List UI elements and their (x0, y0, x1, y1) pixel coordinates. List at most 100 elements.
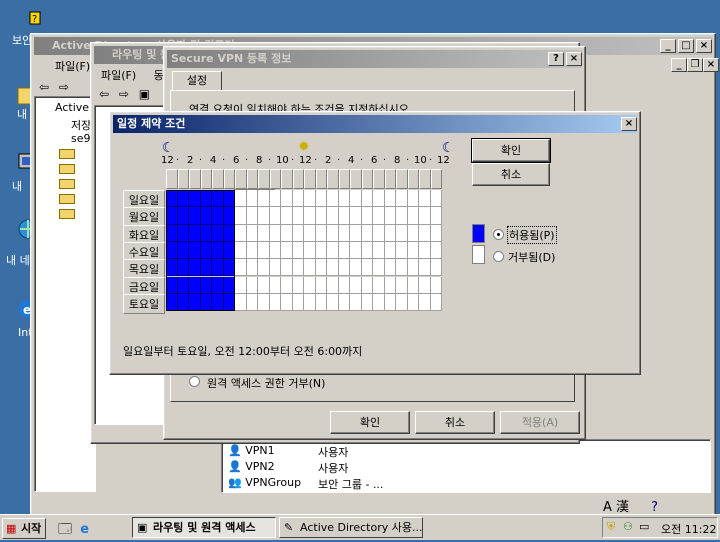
deny-remote-radio[interactable] (189, 376, 200, 387)
schedule-cell[interactable] (235, 259, 247, 277)
day-button[interactable]: 토요일 (123, 293, 165, 315)
schedule-cell[interactable] (373, 276, 385, 294)
hour-header-button[interactable] (281, 169, 293, 189)
inner-close-button[interactable]: × (703, 58, 719, 72)
schedule-cell[interactable] (419, 259, 431, 277)
ok-button[interactable]: 확인 (471, 138, 551, 163)
help-button[interactable]: ? (548, 52, 564, 66)
back-arrow-icon[interactable]: ⇦ (99, 87, 109, 101)
schedule-cell[interactable] (384, 190, 396, 208)
cancel-button[interactable]: 취소 (472, 163, 550, 186)
schedule-cell[interactable] (419, 190, 431, 208)
hour-header-button[interactable] (246, 169, 258, 189)
schedule-cell[interactable] (315, 190, 327, 208)
schedule-cell[interactable] (235, 276, 247, 294)
schedule-cell[interactable] (315, 207, 327, 225)
schedule-dialog[interactable]: 일정 제약 조건 × ☾ ✹ ☾ 12 · 2 · 4 · 6 · 8 · 10 · 12 · 2 · 4 · 6 ·… (109, 111, 641, 375)
schedule-cell[interactable] (292, 276, 304, 294)
hour-header-button[interactable] (177, 169, 189, 189)
schedule-cell[interactable] (419, 276, 431, 294)
schedule-cell[interactable] (384, 241, 396, 260)
tab-settings[interactable]: 설정 (172, 71, 222, 91)
schedule-cell[interactable] (327, 241, 339, 260)
hour-header-button[interactable] (350, 169, 362, 189)
schedule-cell[interactable] (361, 207, 373, 225)
schedule-cell[interactable] (235, 224, 247, 242)
schedule-cell[interactable] (361, 224, 373, 242)
schedule-cell[interactable] (361, 190, 373, 208)
schedule-cell[interactable] (361, 293, 373, 312)
shield-icon[interactable]: ⛨ (607, 520, 615, 534)
schedule-cell[interactable] (338, 190, 350, 208)
schedule-cell[interactable] (430, 259, 442, 277)
forward-arrow-icon[interactable]: ⇨ (59, 80, 69, 94)
schedule-cell[interactable] (315, 276, 327, 294)
vpn-dialog-titlebar[interactable]: Secure VPN 등록 정보 ? × (167, 50, 582, 68)
minimize-button[interactable]: _ (660, 39, 676, 53)
schedule-cell[interactable] (327, 259, 339, 277)
schedule-cell[interactable] (258, 259, 270, 277)
taskbar-item-active-directory[interactable]: ✎ Active Directory 사용... (279, 517, 423, 538)
schedule-cell[interactable] (407, 241, 419, 260)
schedule-cell[interactable] (384, 276, 396, 294)
schedule-cell[interactable] (292, 293, 304, 312)
schedule-cell[interactable] (269, 241, 281, 260)
hour-header-button[interactable] (166, 169, 178, 189)
schedule-cell[interactable] (407, 293, 419, 312)
hour-header-button[interactable] (396, 169, 408, 189)
schedule-cell[interactable] (327, 190, 339, 208)
schedule-cell[interactable] (373, 293, 385, 312)
start-button[interactable]: ▦ 시작 (2, 518, 46, 539)
schedule-cell[interactable] (327, 207, 339, 225)
hour-header-button[interactable] (430, 169, 442, 189)
menu-file[interactable]: 파일(F) (101, 69, 136, 82)
schedule-cell[interactable] (419, 224, 431, 242)
schedule-cell[interactable] (350, 224, 362, 242)
schedule-cell[interactable] (396, 293, 408, 312)
schedule-cell[interactable] (258, 190, 270, 208)
schedule-cell[interactable] (258, 276, 270, 294)
hour-header-button[interactable] (361, 169, 373, 189)
hour-header-button[interactable] (384, 169, 396, 189)
close-button[interactable]: × (566, 52, 582, 66)
schedule-cell[interactable] (338, 293, 350, 312)
inner-restore-button[interactable]: ❐ (687, 58, 703, 72)
schedule-cell[interactable] (430, 241, 442, 260)
hour-header-button[interactable] (212, 169, 224, 189)
schedule-cell[interactable] (396, 259, 408, 277)
schedule-cell[interactable] (327, 293, 339, 312)
help-icon[interactable]: ? (651, 500, 658, 515)
schedule-cell[interactable] (430, 276, 442, 294)
schedule-cell[interactable] (396, 207, 408, 225)
user-list-pane[interactable]: 👤 VPN1 사용자 👤 VPN2 사용자 👥 VPNGroup 보안 그룹 -… (221, 439, 711, 493)
schedule-cell[interactable] (269, 224, 281, 242)
hour-header-button[interactable] (235, 169, 247, 189)
schedule-cell[interactable] (258, 224, 270, 242)
schedule-cell[interactable] (235, 241, 247, 260)
schedule-cell[interactable] (430, 207, 442, 225)
schedule-cell[interactable] (235, 190, 247, 208)
apply-button[interactable]: 적용(A) (500, 411, 580, 434)
schedule-cell[interactable] (384, 207, 396, 225)
schedule-cell[interactable] (246, 207, 258, 225)
schedule-cell[interactable] (373, 241, 385, 260)
schedule-cell[interactable] (304, 224, 316, 242)
schedule-cell[interactable] (384, 259, 396, 277)
schedule-cell[interactable] (373, 259, 385, 277)
schedule-cell[interactable] (430, 190, 442, 208)
schedule-cell[interactable] (304, 190, 316, 208)
forward-arrow-icon[interactable]: ⇨ (119, 87, 129, 101)
schedule-cell[interactable] (235, 293, 247, 312)
schedule-cell[interactable] (246, 241, 258, 260)
hour-header-button[interactable] (223, 169, 235, 189)
allow-radio[interactable] (493, 229, 504, 240)
schedule-cell[interactable] (281, 259, 293, 277)
hour-header-button[interactable] (327, 169, 339, 189)
ok-button[interactable]: 확인 (330, 411, 410, 434)
schedule-cell[interactable] (281, 190, 293, 208)
schedule-cell[interactable] (315, 241, 327, 260)
schedule-cell[interactable] (315, 293, 327, 312)
tree-item[interactable]: Active (55, 101, 89, 114)
desktop-shortcut-icon[interactable]: 🗔 (58, 522, 72, 537)
schedule-cell[interactable] (373, 224, 385, 242)
